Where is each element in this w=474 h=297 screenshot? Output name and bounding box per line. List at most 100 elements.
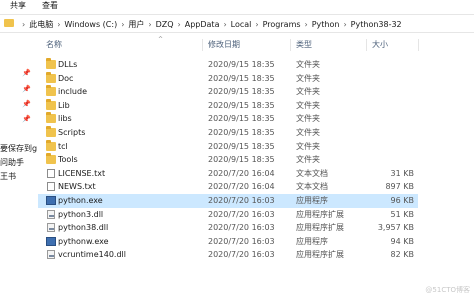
- file-row[interactable]: DLLs 2020/9/15 18:35 文件夹: [38, 58, 418, 72]
- folder-icon: [46, 98, 56, 110]
- quick-access-item[interactable]: 要保存到g: [0, 143, 37, 154]
- breadcrumb-item-users[interactable]: 用户: [128, 19, 144, 30]
- file-row[interactable]: pythonw.exe 2020/7/20 16:03 应用程序 94 KB: [38, 235, 418, 249]
- file-modified-date: 2020/9/15 18:35: [208, 114, 275, 124]
- file-modified-date: 2020/9/15 18:35: [208, 155, 275, 165]
- file-type: 文本文档: [296, 182, 328, 192]
- chevron-right-icon[interactable]: ›: [148, 20, 151, 29]
- file-size: 51 KB: [390, 209, 414, 219]
- pin-icon[interactable]: 📌: [22, 100, 31, 108]
- chevron-right-icon[interactable]: ›: [255, 20, 258, 29]
- file-name: DLLs: [58, 60, 78, 69]
- column-divider[interactable]: [418, 39, 419, 51]
- dll-icon: [47, 209, 55, 219]
- file-modified-date: 2020/9/15 18:35: [208, 87, 275, 97]
- breadcrumb-item-programs[interactable]: Programs: [263, 20, 301, 29]
- text-file-icon: [47, 168, 55, 178]
- file-name: Doc: [58, 73, 74, 83]
- quick-access-item[interactable]: 问助手: [0, 157, 24, 168]
- file-modified-date: 2020/9/15 18:35: [208, 73, 275, 83]
- folder-icon: [46, 125, 56, 137]
- file-type: 文件夹: [296, 141, 320, 151]
- file-row[interactable]: NEWS.txt 2020/7/20 16:04 文本文档 897 KB: [38, 180, 418, 194]
- file-row[interactable]: Scripts 2020/9/15 18:35 文件夹: [38, 125, 418, 140]
- breadcrumb-item-windows-c[interactable]: Windows (C:): [64, 20, 117, 29]
- chevron-right-icon: ›: [22, 19, 26, 29]
- file-row[interactable]: Tools 2020/9/15 18:35 文件夹: [38, 153, 418, 167]
- pin-icon[interactable]: 📌: [22, 69, 31, 77]
- column-divider[interactable]: [366, 39, 367, 51]
- column-divider[interactable]: [290, 39, 291, 51]
- chevron-right-icon[interactable]: ›: [121, 20, 124, 29]
- file-modified-date: 2020/7/20 16:03: [208, 195, 275, 205]
- file-row[interactable]: include 2020/9/15 18:35 文件夹: [38, 85, 418, 99]
- file-name: python3.dll: [58, 209, 104, 219]
- folder-icon: [4, 19, 14, 27]
- file-modified-date: 2020/7/20 16:04: [208, 182, 275, 192]
- pin-icon[interactable]: 📌: [22, 115, 31, 123]
- file-modified-date: 2020/7/20 16:03: [208, 236, 275, 246]
- file-type: 文件夹: [296, 114, 320, 124]
- file-row[interactable]: Lib 2020/9/15 18:35 文件夹: [38, 98, 418, 113]
- column-header: ^ 名称 修改日期 类型 大小: [38, 36, 474, 52]
- file-type: 应用程序扩展: [296, 223, 344, 233]
- file-row[interactable]: Doc 2020/9/15 18:35 文件夹: [38, 71, 418, 86]
- column-header-size[interactable]: 大小: [372, 38, 388, 52]
- python-exe-icon: [46, 195, 56, 205]
- folder-icon: [46, 58, 56, 69]
- quick-access-item[interactable]: 王书: [0, 171, 16, 182]
- file-type: 文件夹: [296, 73, 320, 83]
- file-row[interactable]: libs 2020/9/15 18:35 文件夹: [38, 112, 418, 126]
- column-header-name[interactable]: 名称: [46, 38, 62, 52]
- ribbon-tab-view[interactable]: 查看: [34, 0, 66, 14]
- file-row[interactable]: python3.dll 2020/7/20 16:03 应用程序扩展 51 KB: [38, 208, 418, 222]
- breadcrumb-item-python[interactable]: Python: [312, 20, 340, 29]
- file-modified-date: 2020/9/15 18:35: [208, 141, 275, 151]
- folder-icon: [46, 71, 56, 83]
- sort-caret-icon: ^: [158, 36, 164, 43]
- file-size: 96 KB: [390, 195, 414, 205]
- ribbon-tab-share[interactable]: 共享: [0, 0, 34, 14]
- file-row[interactable]: python38.dll 2020/7/20 16:03 应用程序扩展 3,957 K…: [38, 221, 418, 235]
- file-name: Lib: [58, 100, 70, 110]
- file-type: 文件夹: [296, 155, 320, 165]
- column-header-type[interactable]: 类型: [296, 38, 312, 52]
- file-name: LICENSE.txt: [58, 168, 106, 178]
- file-name: vcruntime140.dll: [58, 250, 126, 260]
- breadcrumb-item-dzq[interactable]: DZQ: [156, 20, 174, 29]
- navigation-pane: 📌 📌 📌 📌 要保存到g 问助手 王书: [0, 33, 38, 297]
- file-size: 82 KB: [390, 250, 414, 260]
- breadcrumb-item-appdata[interactable]: AppData: [185, 20, 220, 29]
- chevron-right-icon[interactable]: ›: [57, 20, 60, 29]
- file-name: NEWS.txt: [58, 182, 96, 192]
- ribbon-tabs: 共享 查看: [0, 0, 474, 14]
- file-name: python38.dll: [58, 223, 109, 233]
- file-modified-date: 2020/7/20 16:03: [208, 223, 275, 233]
- file-type: 应用程序: [296, 195, 328, 205]
- file-name: include: [58, 87, 87, 97]
- address-bar[interactable]: › 此电脑 › Windows (C:) › 用户 › DZQ › AppDat…: [0, 14, 474, 33]
- file-name: libs: [58, 114, 72, 124]
- file-modified-date: 2020/9/15 18:35: [208, 100, 275, 110]
- file-row[interactable]: vcruntime140.dll 2020/7/20 16:03 应用程序扩展 82 …: [38, 248, 418, 262]
- chevron-right-icon[interactable]: ›: [343, 20, 346, 29]
- column-divider[interactable]: [202, 39, 203, 51]
- chevron-right-icon[interactable]: ›: [223, 20, 226, 29]
- breadcrumb-item-local[interactable]: Local: [231, 20, 252, 29]
- file-row[interactable]: python.exe 2020/7/20 16:03 应用程序 96 KB: [38, 193, 418, 208]
- chevron-right-icon[interactable]: ›: [305, 20, 308, 29]
- file-type: 文件夹: [296, 127, 320, 137]
- folder-icon: [46, 112, 56, 124]
- file-list: DLLs 2020/9/15 18:35 文件夹 Doc 2020/9/15 18:35…: [38, 58, 418, 262]
- breadcrumb-item-python38-32[interactable]: Python38-32: [351, 20, 402, 29]
- chevron-right-icon[interactable]: ›: [178, 20, 181, 29]
- pin-icon[interactable]: 📌: [22, 85, 31, 93]
- file-type: 文件夹: [296, 60, 320, 69]
- file-modified-date: 2020/9/15 18:35: [208, 60, 275, 69]
- column-header-date[interactable]: 修改日期: [208, 38, 240, 52]
- folder-icon: [46, 85, 56, 97]
- python-exe-icon: [46, 236, 56, 246]
- breadcrumb-item-this-pc[interactable]: 此电脑: [29, 19, 53, 30]
- file-row[interactable]: LICENSE.txt 2020/7/20 16:04 文本文档 31 KB: [38, 167, 418, 181]
- file-row[interactable]: tcl 2020/9/15 18:35 文件夹: [38, 139, 418, 154]
